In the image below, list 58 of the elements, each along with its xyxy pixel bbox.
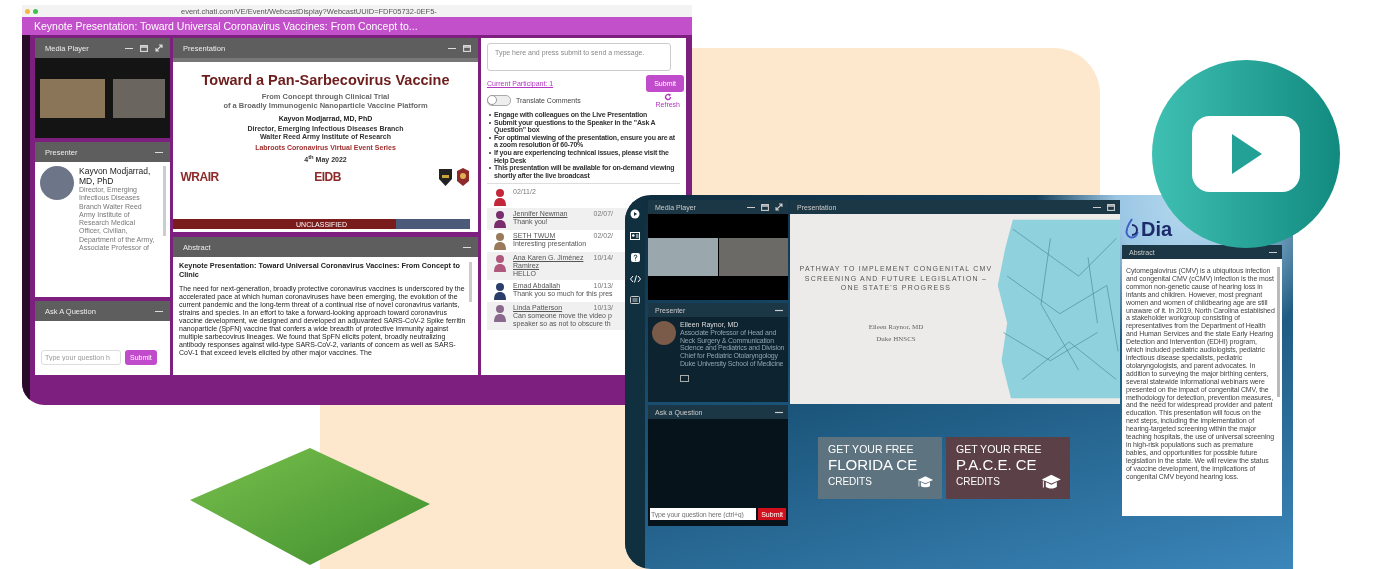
video-placeholder	[718, 238, 788, 276]
scrollbar[interactable]	[163, 166, 166, 236]
expand-icon[interactable]	[155, 44, 163, 52]
minimize-icon[interactable]	[747, 205, 755, 209]
scrollbar[interactable]	[469, 262, 472, 302]
credits-text: GET YOUR FREE	[956, 443, 1042, 456]
person-icon	[493, 232, 507, 251]
logo-text: Dia	[1141, 218, 1173, 240]
credits-button[interactable]: GET YOUR FREE P.A.C.E. CE CREDITS	[946, 437, 1070, 499]
avatar	[40, 166, 74, 200]
credits-text: FLORIDA CE	[828, 456, 918, 473]
window-icon[interactable]	[463, 44, 471, 52]
window-title: Keynote Presentation: Toward Universal Coronavirus Vaccines: From Concept to...	[22, 17, 692, 35]
avatar	[652, 321, 676, 345]
minimize-icon[interactable]	[1269, 250, 1277, 254]
window-icon[interactable]	[761, 203, 769, 211]
credits-button[interactable]: GET YOUR FREE FLORIDA CE CREDITS	[818, 437, 942, 499]
credits-text: CREDITS	[828, 475, 873, 489]
play-circle-icon[interactable]	[630, 209, 640, 219]
credits-text: CREDITS	[956, 475, 1001, 489]
minimize-icon[interactable]	[125, 46, 133, 50]
emblem-icon	[436, 167, 471, 188]
logo-text: EIDB	[314, 170, 341, 185]
expand-icon[interactable]	[775, 203, 783, 211]
video-player[interactable]	[648, 214, 788, 300]
card-icon[interactable]	[680, 374, 689, 382]
person-icon	[493, 188, 507, 207]
refresh-icon[interactable]	[663, 93, 672, 101]
credits-text: P.A.C.E. CE	[956, 456, 1038, 473]
minimize-icon[interactable]	[463, 245, 471, 249]
logo-text: WRAIR	[180, 170, 219, 185]
minimize-icon[interactable]	[775, 410, 783, 414]
video-placeholder	[648, 238, 718, 276]
credits-text: GET YOUR FREE	[828, 443, 915, 456]
video-placeholder	[40, 78, 106, 118]
scrollbar[interactable]	[1277, 267, 1280, 397]
minimize-icon[interactable]	[1093, 205, 1101, 209]
id-card-icon[interactable]	[630, 232, 640, 240]
minimize-icon[interactable]	[155, 150, 163, 154]
video-placeholder	[113, 78, 165, 118]
chat-icon[interactable]	[630, 296, 640, 304]
help-icon[interactable]	[630, 253, 640, 262]
logo-icon	[1125, 218, 1139, 240]
presenter-name: Kayvon Modjarrad, MD, PhD	[79, 166, 152, 186]
person-icon	[493, 210, 507, 229]
toggle-switch[interactable]	[487, 95, 511, 106]
video-player[interactable]	[35, 58, 170, 138]
code-icon[interactable]	[629, 275, 641, 283]
window-icon[interactable]	[1107, 203, 1115, 211]
minimize-icon[interactable]	[155, 309, 163, 313]
slide-title: Toward a Pan-Sarbecovirus Vaccine	[201, 72, 450, 88]
play-icon	[1192, 116, 1300, 192]
person-icon	[493, 304, 507, 323]
minimize-icon[interactable]	[448, 46, 456, 50]
window-icon[interactable]	[140, 44, 148, 52]
person-icon	[493, 282, 507, 301]
person-icon	[493, 254, 507, 273]
minimize-icon[interactable]	[775, 308, 783, 312]
